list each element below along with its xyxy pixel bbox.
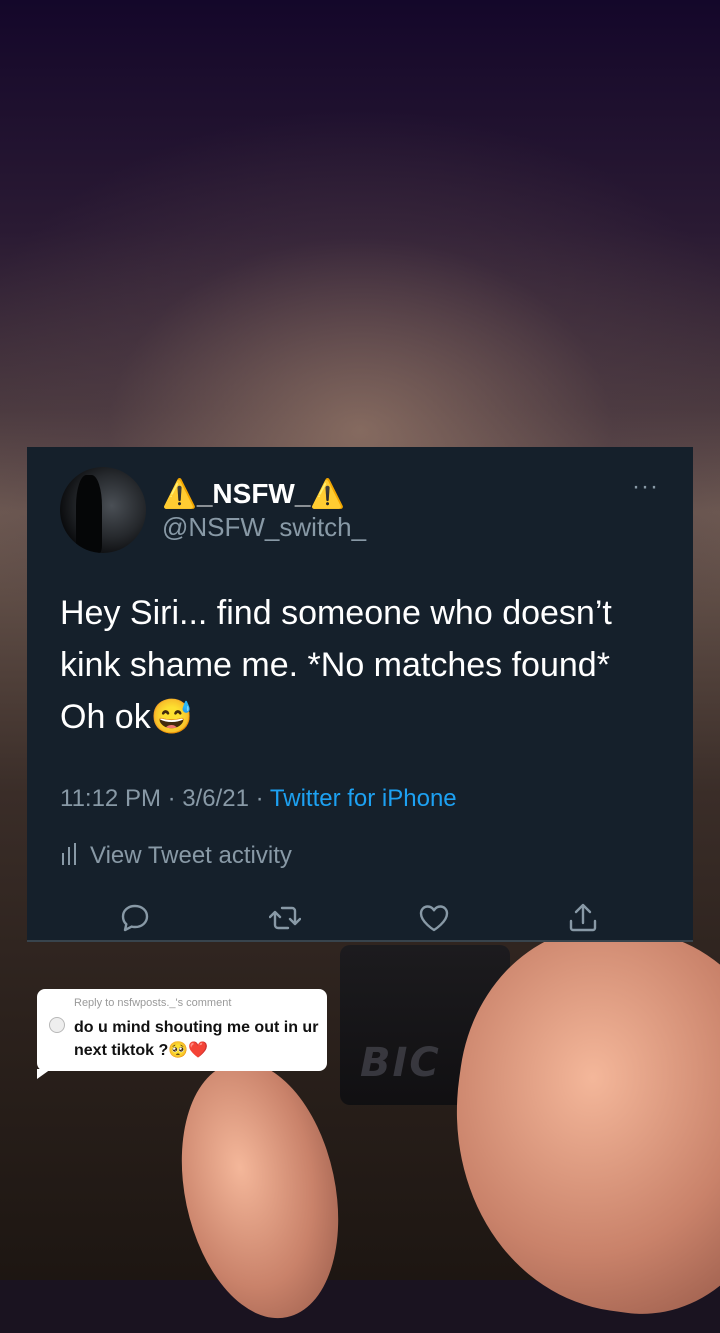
reply-icon[interactable]: [119, 902, 151, 934]
share-icon[interactable]: [567, 902, 599, 934]
tweet-meta: 11:12 PM · 3/6/21 · Twitter for iPhone: [60, 785, 457, 813]
view-tweet-activity[interactable]: View Tweet activity: [60, 842, 292, 870]
tweet-timestamp: 11:12 PM · 3/6/21 ·: [60, 785, 270, 812]
reply-comment-bubble[interactable]: Reply to nsfwposts._'s comment do u mind…: [37, 989, 327, 1079]
avatar[interactable]: [60, 467, 146, 553]
more-options-icon[interactable]: ···: [632, 475, 659, 499]
display-name[interactable]: ⚠️_NSFW_⚠️: [162, 477, 345, 510]
bar-chart-icon: [62, 843, 76, 865]
commenter-avatar: [49, 1017, 65, 1033]
tweet-source-link[interactable]: Twitter for iPhone: [270, 785, 457, 812]
user-handle[interactable]: @NSFW_switch_: [162, 512, 366, 543]
retweet-icon[interactable]: [269, 902, 301, 934]
bic-logo: BIC: [360, 1040, 441, 1086]
view-tweet-activity-label: View Tweet activity: [90, 842, 292, 869]
tweet-text: Hey Siri... find someone who doesn’t kin…: [60, 594, 612, 736]
reply-comment-text: do u mind shouting me out in ur next tik…: [74, 1019, 319, 1059]
tweet-card: ⚠️_NSFW_⚠️ @NSFW_switch_ ··· Hey Siri...…: [27, 447, 693, 942]
tweet-actions: [119, 902, 599, 934]
like-icon[interactable]: [418, 902, 450, 934]
reply-header: Reply to nsfwposts._'s comment: [74, 997, 232, 1009]
